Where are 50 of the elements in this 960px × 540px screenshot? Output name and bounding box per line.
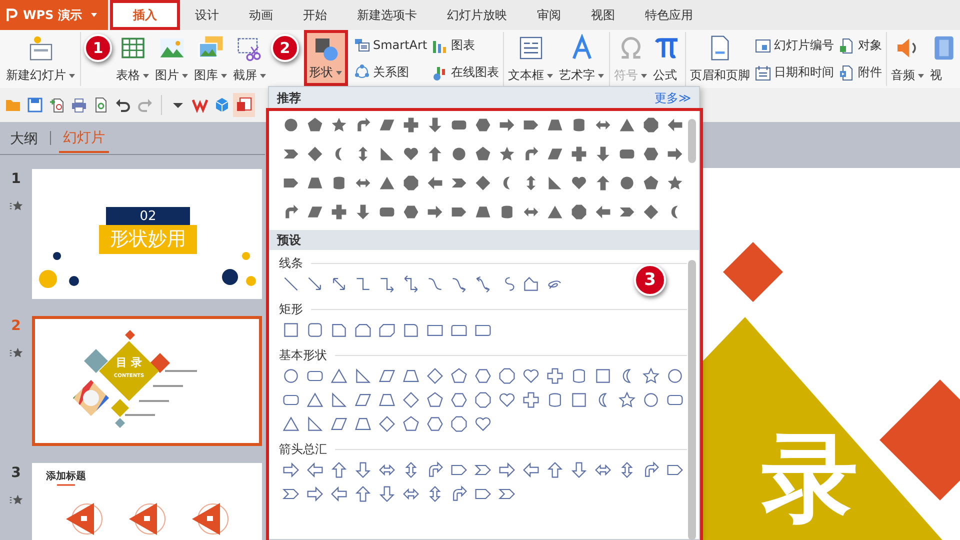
more-link[interactable]: 更多≫ [654, 90, 691, 106]
ribbon-tab[interactable]: 开始 [288, 0, 342, 30]
slide-thumbnail[interactable]: 添加标题 [32, 463, 262, 540]
panel-tab[interactable]: 大纲 [6, 124, 42, 152]
ribbon-button[interactable]: SmartArt [352, 35, 430, 56]
section-heading: 矩形 [279, 300, 303, 318]
ribbon-button[interactable]: 艺术字 [557, 32, 608, 86]
slide-number: 1 [11, 171, 21, 187]
ribbon-button[interactable]: 截屏 [231, 32, 269, 86]
ribbon-button[interactable]: 文本框 [506, 32, 556, 86]
ribbon-tab[interactable]: 新建选项卡 [342, 0, 432, 30]
ribbon-button[interactable]: 关系图 [352, 62, 430, 83]
ribbon-button[interactable]: 附件 [837, 62, 884, 83]
ribbon-button[interactable]: 图片 [153, 32, 191, 86]
ribbon-tab[interactable]: 设计 [180, 0, 234, 30]
menu-heading: 推荐 [277, 90, 301, 106]
ribbon-button[interactable]: 对象 [837, 35, 884, 56]
ribbon-button[interactable]: 新建幻灯片 [4, 32, 78, 86]
ribbon-button[interactable]: 形状 [307, 33, 345, 83]
slide-number: 3 [11, 465, 21, 481]
ribbon-tab[interactable]: 幻灯片放映 [432, 0, 522, 30]
ribbon-tab[interactable]: 动画 [234, 0, 288, 30]
ribbon-button[interactable]: 图表 [430, 35, 502, 56]
slide-number: 2 [11, 318, 21, 334]
step-marker: 2 [271, 34, 299, 62]
ribbon-tab[interactable]: 审阅 [522, 0, 576, 30]
step-marker: 1 [84, 34, 112, 62]
slide-title: 形状妙用 [99, 225, 197, 254]
ribbon-button[interactable]: 页眉和页脚 [688, 32, 752, 86]
ribbon-tab[interactable]: 特色应用 [630, 0, 708, 30]
section-heading: 基本形状 [279, 346, 327, 364]
slide-badge: 02 [106, 207, 190, 226]
slide-title: 目 录 [115, 355, 143, 370]
ribbon-button[interactable]: 音频 [889, 32, 928, 86]
ribbon-button[interactable]: 在线图表 [430, 62, 502, 83]
ribbon-button[interactable]: 表格 [114, 32, 152, 86]
app-menu-button[interactable]: WPS 演示 [0, 0, 108, 30]
slide-title: 录 [762, 430, 858, 526]
menu-heading: 预设 [277, 232, 301, 248]
slide-thumbnail[interactable]: 02 形状妙用 [32, 169, 262, 299]
ribbon-button[interactable]: 日期和时间 [753, 62, 836, 83]
slide-title: 添加标题 [46, 470, 86, 483]
ribbon-button[interactable]: 幻灯片编号 [753, 35, 836, 56]
ribbon-button[interactable]: 视 [928, 32, 960, 86]
section-heading: 箭头总汇 [279, 440, 327, 458]
ribbon-button[interactable]: 图库 [192, 32, 230, 86]
ribbon-tab[interactable]: 视图 [576, 0, 630, 30]
section-heading: 线条 [279, 254, 303, 272]
ribbon-tab[interactable]: 插入 [113, 3, 177, 27]
ribbon-button[interactable]: 公式 [651, 32, 684, 86]
